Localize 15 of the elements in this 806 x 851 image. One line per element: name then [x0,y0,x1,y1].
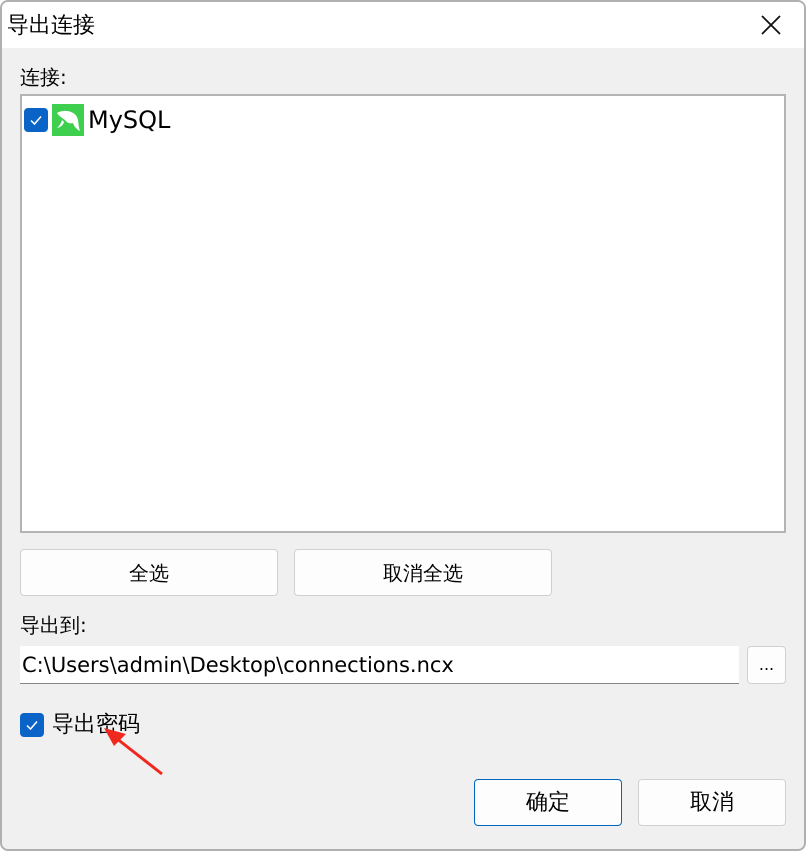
window-title: 导出连接 [7,12,95,40]
checkbox[interactable] [20,712,44,736]
ok-button[interactable]: 确定 [474,779,622,826]
cancel-button[interactable]: 取消 [638,779,786,826]
connections-label: 连接: [20,64,68,90]
select-all-button[interactable]: 全选 [20,549,278,596]
browse-button[interactable]: ... [747,646,786,684]
check-icon [29,113,43,127]
connection-name: MySQL [88,105,170,136]
export-to-label: 导出到: [20,612,88,638]
close-icon [760,14,782,36]
path-field[interactable]: C:\Users\admin\Desktop\connections.ncx [20,646,739,684]
dolphin-icon [52,104,84,136]
checkbox[interactable] [24,108,48,132]
deselect-all-button[interactable]: 取消全选 [294,549,552,596]
